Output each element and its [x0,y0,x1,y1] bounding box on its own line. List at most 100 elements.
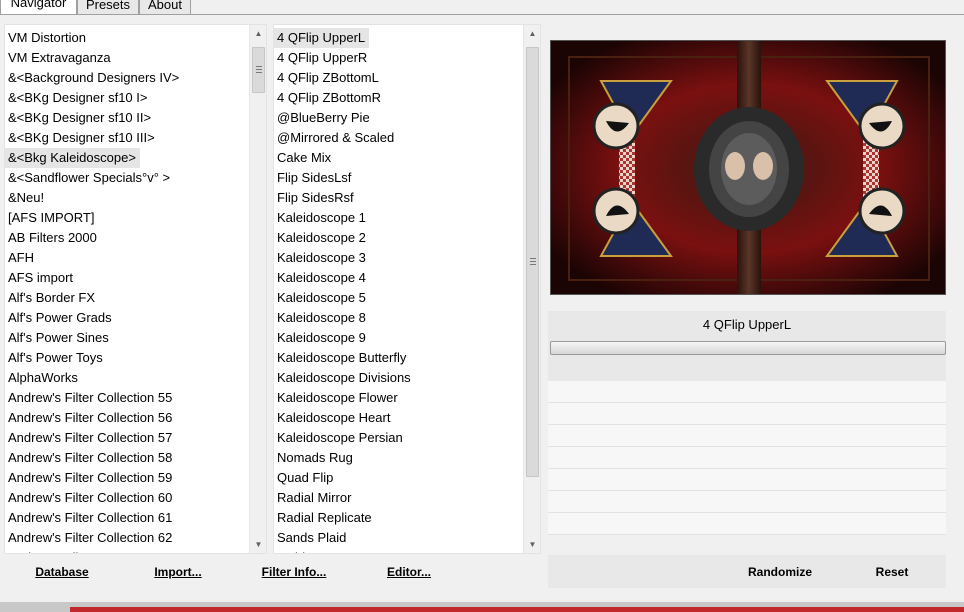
category-item-label[interactable]: AFS import [5,268,73,288]
filter-item-label[interactable]: Nomads Rug [274,448,353,468]
filter-item-label[interactable]: Kaleidoscope 1 [274,208,366,228]
filter-item-row[interactable]: Kaleidoscope 5 [274,288,540,308]
filter-item-label[interactable]: Kaleidoscope 5 [274,288,366,308]
category-item-row[interactable]: AFS import [5,268,266,288]
filter-item-label[interactable]: 4 QFlip ZBottomL [274,68,379,88]
category-item-label[interactable]: VM Extravaganza [5,48,111,68]
filter-item-label[interactable]: Kaleidoscope 4 [274,268,366,288]
filter-item-row[interactable]: Kaleidoscope 2 [274,228,540,248]
filter-item-row[interactable]: Flip SidesRsf [274,188,540,208]
category-item-row[interactable]: Andrew's Filter Collection 60 [5,488,266,508]
filter-item-row[interactable]: Cake Mix [274,148,540,168]
filter-item-label[interactable]: Flip SidesRsf [274,188,354,208]
filter-item-label[interactable]: Flip SidesLsf [274,168,351,188]
category-item-row[interactable]: Andrew's Filters 10 [5,548,266,553]
category-item-row[interactable]: VM Distortion [5,28,266,48]
scroll-down-icon[interactable]: ▼ [250,536,266,553]
database-button[interactable]: Database [22,562,102,582]
filter-item-label[interactable]: Kaleidoscope 8 [274,308,366,328]
category-item-label[interactable]: &<BKg Designer sf10 II> [5,108,151,128]
category-item-label[interactable]: Andrew's Filter Collection 61 [5,508,172,528]
filter-item-row[interactable]: Kaleidoscope 4 [274,268,540,288]
category-item-label[interactable]: AB Filters 2000 [5,228,97,248]
category-item-row[interactable]: VM Extravaganza [5,48,266,68]
filter-item-row[interactable]: Kaleidoscope Butterfly [274,348,540,368]
filter-item-label[interactable]: Swirl Away [274,548,340,553]
filter-item-row[interactable]: 4 QFlip ZBottomR [274,88,540,108]
category-scrollbar[interactable]: ▲ ▼ [249,25,266,553]
filter-item-label[interactable]: Kaleidoscope Butterfly [274,348,406,368]
category-item-label[interactable]: Andrew's Filter Collection 55 [5,388,172,408]
filter-item-row[interactable]: Kaleidoscope 3 [274,248,540,268]
filter-item-row[interactable]: Radial Replicate [274,508,540,528]
filter-scrollbar[interactable]: ▲ ▼ [523,25,540,553]
category-item-row[interactable]: Alf's Power Toys [5,348,266,368]
category-item-label[interactable]: Alf's Power Sines [5,328,109,348]
filter-item-label[interactable]: Kaleidoscope Persian [274,428,403,448]
category-item-row[interactable]: Alf's Power Sines [5,328,266,348]
filter-item-row[interactable]: @BlueBerry Pie [274,108,540,128]
filter-item-row[interactable]: Flip SidesLsf [274,168,540,188]
filter-list[interactable]: 4 QFlip UpperL 4 QFlip UpperR 4 QFlip ZBot… [273,24,541,554]
category-item-label[interactable]: Andrew's Filter Collection 62 [5,528,172,548]
category-item-row[interactable]: Alf's Border FX [5,288,266,308]
filter-item-label[interactable]: Kaleidoscope 9 [274,328,366,348]
filter-item-label[interactable]: Kaleidoscope Divisions [274,368,411,388]
filter-item-label[interactable]: Radial Mirror [274,488,351,508]
reset-button[interactable]: Reset [862,562,922,582]
tab-navigator[interactable]: Navigator [0,0,77,14]
category-item-label[interactable]: AFH [5,248,34,268]
import-button[interactable]: Import... [140,562,216,582]
category-item-row[interactable]: &<BKg Designer sf10 I> [5,88,266,108]
category-item-row[interactable]: AB Filters 2000 [5,228,266,248]
category-scroll-thumb[interactable] [252,47,265,93]
randomize-button[interactable]: Randomize [740,562,820,582]
category-item-label[interactable]: Andrew's Filter Collection 58 [5,448,172,468]
category-item-label[interactable]: &<Sandflower Specials°v° > [5,168,170,188]
category-item-label[interactable]: [AFS IMPORT] [5,208,94,228]
category-item-row[interactable]: &<Sandflower Specials°v° > [5,168,266,188]
category-item-label[interactable]: Andrew's Filters 10 [5,548,118,553]
category-item-row[interactable]: [AFS IMPORT] [5,208,266,228]
category-item-label[interactable]: Andrew's Filter Collection 60 [5,488,172,508]
filter-item-row[interactable]: Kaleidoscope Flower [274,388,540,408]
filter-item-row[interactable]: Kaleidoscope Heart [274,408,540,428]
category-item-label[interactable]: &Neu! [5,188,44,208]
editor-button[interactable]: Editor... [378,562,440,582]
filter-item-row[interactable]: Quad Flip [274,468,540,488]
filter-item-row[interactable]: Kaleidoscope 9 [274,328,540,348]
filter-item-label[interactable]: Kaleidoscope Flower [274,388,398,408]
filter-item-label[interactable]: 4 QFlip UpperR [274,48,367,68]
category-item-row[interactable]: &<Bkg Kaleidoscope> [5,148,266,168]
category-item-row[interactable]: &<BKg Designer sf10 II> [5,108,266,128]
category-item-label[interactable]: VM Distortion [5,28,86,48]
category-item-label[interactable]: Alf's Power Grads [5,308,112,328]
filter-item-label[interactable]: 4 QFlip ZBottomR [274,88,381,108]
filter-item-row[interactable]: 4 QFlip ZBottomL [274,68,540,88]
filter-item-label[interactable]: Radial Replicate [274,508,372,528]
category-item-row[interactable]: Alf's Power Grads [5,308,266,328]
category-item-row[interactable]: AlphaWorks [5,368,266,388]
category-item-label[interactable]: &<BKg Designer sf10 I> [5,88,147,108]
filter-item-label[interactable]: Sands Plaid [274,528,346,548]
category-item-label[interactable]: Alf's Power Toys [5,348,103,368]
category-item-label[interactable]: &<Bkg Kaleidoscope> [5,148,140,168]
category-item-row[interactable]: Andrew's Filter Collection 55 [5,388,266,408]
category-item-row[interactable]: Andrew's Filter Collection 58 [5,448,266,468]
filter-item-row[interactable]: @Mirrored & Scaled [274,128,540,148]
scroll-up-icon[interactable]: ▲ [524,25,540,42]
category-item-row[interactable]: AFH [5,248,266,268]
filter-info-button[interactable]: Filter Info... [250,562,338,582]
filter-item-row[interactable]: 4 QFlip UpperR [274,48,540,68]
filter-scroll-thumb[interactable] [526,47,539,477]
filter-item-row[interactable]: Radial Mirror [274,488,540,508]
filter-item-row[interactable]: Kaleidoscope Divisions [274,368,540,388]
filter-item-label[interactable]: 4 QFlip UpperL [274,28,370,48]
filter-item-label[interactable]: Kaleidoscope Heart [274,408,390,428]
category-item-row[interactable]: Andrew's Filter Collection 59 [5,468,266,488]
filter-item-label[interactable]: @BlueBerry Pie [274,108,370,128]
category-item-label[interactable]: Andrew's Filter Collection 59 [5,468,172,488]
tab-about[interactable]: About [139,0,191,14]
scroll-up-icon[interactable]: ▲ [250,25,266,42]
filter-item-row[interactable]: Nomads Rug [274,448,540,468]
